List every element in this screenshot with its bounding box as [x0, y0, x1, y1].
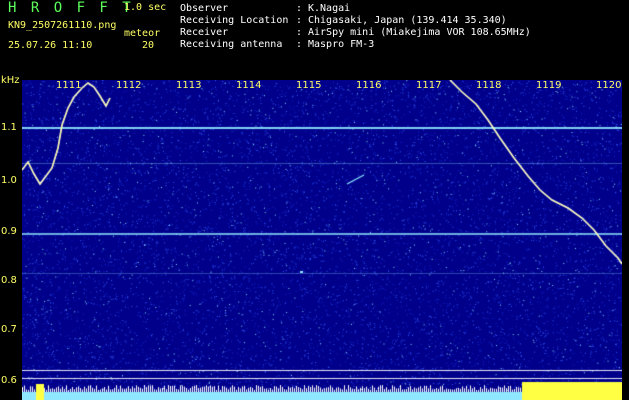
x-tick-label: 1114: [236, 80, 262, 91]
filename-label: KN9_2507261110.png: [8, 20, 117, 31]
x-tick-label: 1116: [356, 80, 382, 91]
x-tick-label: 1113: [176, 80, 202, 91]
x-tick-label: 1120: [596, 80, 622, 91]
observer-colon: :: [296, 3, 303, 14]
observer-value: K.Nagai: [308, 3, 351, 14]
x-tick-label: 1119: [536, 80, 562, 91]
spectrogram-canvas: [22, 80, 622, 400]
count-label: 20: [142, 40, 155, 51]
location-value: Chigasaki, Japan (139.414 35.340): [308, 15, 507, 26]
x-tick-label: 1118: [476, 80, 502, 91]
x-tick-label: 1115: [296, 80, 322, 91]
x-tick-label: 1117: [416, 80, 442, 91]
y-unit-label: kHz: [1, 75, 20, 86]
antenna-colon: :: [296, 39, 303, 50]
y-tick-label: 1.1: [1, 122, 17, 133]
receiver-label: Receiver: [180, 27, 229, 38]
location-label: Receiving Location: [180, 15, 289, 26]
antenna-label: Receiving antenna: [180, 39, 283, 50]
y-tick-label: 0.8: [1, 275, 17, 286]
x-tick-label: 1111: [56, 80, 82, 91]
x-tick-label: 1112: [116, 80, 142, 91]
y-tick-label: 0.7: [1, 324, 17, 335]
y-tick-label: 0.9: [1, 226, 17, 237]
y-tick-label: 1.0: [1, 175, 17, 186]
observer-label: Observer: [180, 3, 229, 14]
mode-label: meteor: [124, 28, 161, 39]
receiver-colon: :: [296, 27, 303, 38]
app-title: H R O F F T: [8, 0, 134, 16]
seconds-label: 1.0 sec: [124, 2, 167, 13]
receiver-value: AirSpy mini (Miakejima VOR 108.65MHz): [308, 27, 531, 38]
antenna-value: Maspro FM-3: [308, 39, 375, 50]
location-colon: :: [296, 15, 303, 26]
timestamp-label: 25.07.26 11:10: [8, 40, 93, 51]
y-tick-label: 0.6: [1, 375, 17, 386]
